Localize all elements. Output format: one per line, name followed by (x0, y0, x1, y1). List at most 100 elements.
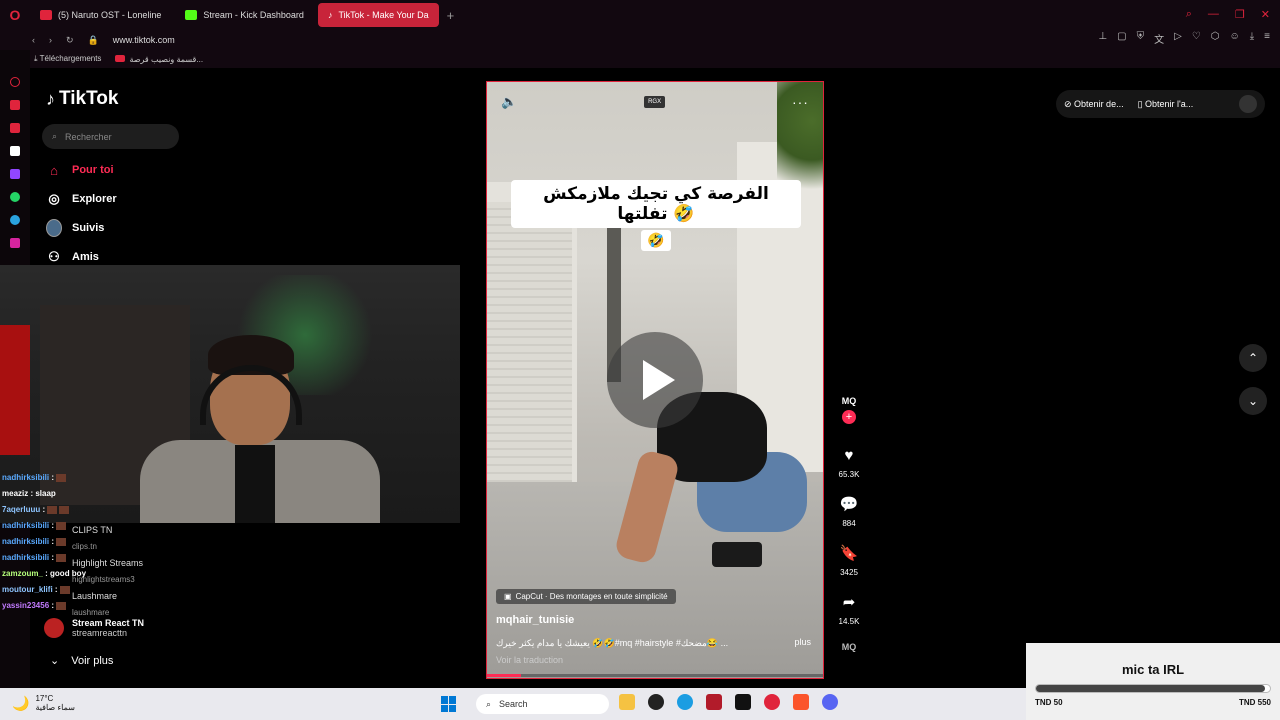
nav-item-amis[interactable]: ⚇ Amis (46, 249, 117, 265)
goal-progress-bar (1035, 684, 1271, 693)
telegram-icon[interactable] (10, 215, 20, 225)
voir-plus-button[interactable]: ⌄ Voir plus (50, 654, 114, 668)
discord-icon[interactable] (822, 694, 838, 710)
bookmark-youtube[interactable]: قسمة ونصيب قرصة... (115, 54, 203, 64)
nav-item-pour-toi[interactable]: ⌂ Pour toi (46, 162, 117, 178)
previous-video-button[interactable]: ⌃ (1239, 344, 1267, 372)
reload-icon[interactable]: ↻ (66, 35, 74, 46)
like-count: 65.3K (838, 470, 860, 479)
profile-avatar[interactable] (1239, 95, 1257, 113)
profile-icon[interactable]: ☺ (1230, 31, 1240, 46)
dc-app-icon[interactable] (735, 694, 751, 710)
voir-plus-label: Voir plus (71, 654, 114, 667)
bookmark-icon[interactable]: 🔖 (836, 540, 862, 566)
nav-label: Suivis (72, 222, 105, 234)
shield-icon[interactable]: ⛨ (1137, 31, 1145, 46)
tiktok-logo[interactable]: ♪ TikTok (46, 88, 118, 110)
follow-button[interactable]: + (842, 410, 856, 424)
search-input[interactable]: ⌕ Rechercher (42, 124, 179, 149)
file-explorer-icon[interactable] (619, 694, 635, 710)
taskbar-search[interactable]: ⌕ Search (476, 694, 609, 714)
search-tabs-icon[interactable]: ⌕ (1186, 8, 1192, 21)
chat-text: : (51, 521, 55, 530)
app-icon[interactable] (706, 694, 722, 710)
chip-label: Obtenir l'a... (1145, 98, 1194, 109)
bookmark-label: Téléchargements (39, 54, 102, 63)
kick-icon (185, 10, 198, 20)
tab-tiktok[interactable]: ♪ TikTok - Make Your Da (317, 3, 439, 27)
opera-icon[interactable] (764, 694, 780, 710)
tiktok-nav: ⌂ Pour toi ◎ Explorer Suivis ⚇ Amis (46, 162, 117, 265)
new-tab-button[interactable]: + (447, 8, 455, 23)
heart-icon[interactable]: ♥ (836, 442, 862, 468)
more-options-icon[interactable]: ··· (792, 94, 809, 110)
sound-disc[interactable]: MQ (842, 642, 857, 652)
creator-avatar[interactable]: MQ (842, 396, 857, 406)
news-icon[interactable] (10, 123, 20, 133)
opera-logo-icon[interactable]: O (0, 0, 30, 30)
brave-icon[interactable] (793, 694, 809, 710)
tiktok-side-icon[interactable] (10, 146, 20, 156)
tab-youtube[interactable]: (5) Naruto OST - Loneline (30, 3, 171, 27)
emote-icon (47, 505, 58, 514)
address-bar: ‹ › ↻ 🔒 www.tiktok.com (0, 30, 1280, 50)
close-icon[interactable]: ✕ (1261, 8, 1270, 21)
tab-kick[interactable]: Stream - Kick Dashboard (175, 3, 314, 27)
taskbar-search-label: Search (499, 699, 528, 709)
nav-item-suivis[interactable]: Suivis (46, 219, 117, 237)
heart-icon[interactable]: ♡ (1192, 31, 1201, 46)
video-author[interactable]: mqhair_tunisie (496, 614, 574, 626)
video-progress-bar[interactable] (487, 674, 823, 677)
snapshot-icon[interactable]: ▢ (1117, 31, 1126, 46)
avatar-icon (46, 219, 62, 237)
chat-message: moutour_klifi : (2, 582, 162, 598)
youtube-icon (115, 54, 126, 62)
pin-icon[interactable]: ⊥ (1098, 31, 1107, 46)
aria-icon[interactable] (10, 77, 20, 87)
obs-icon[interactable] (648, 694, 664, 710)
windows-start-icon[interactable] (441, 696, 457, 712)
minimize-icon[interactable]: — (1208, 8, 1219, 21)
goal-progress-fill (1036, 685, 1266, 692)
avatar (44, 618, 64, 638)
browser-toolbar: ⊥ ▢ ⛨ 文 ▷ ♡ ⬡ ☺ ⤓ ≡ (1098, 31, 1270, 46)
edge-icon[interactable] (677, 694, 693, 710)
download-icon[interactable]: ⤓ (1250, 31, 1254, 46)
url-field[interactable]: www.tiktok.com (113, 35, 175, 45)
next-video-button[interactable]: ⌄ (1239, 387, 1267, 415)
bookmark-downloads[interactable]: ⤓ Téléchargements (34, 54, 101, 64)
menu-icon[interactable]: ≡ (1264, 31, 1270, 46)
streamer (140, 335, 380, 523)
weather-temp: 17°C (35, 694, 54, 703)
play-button[interactable] (607, 332, 703, 428)
share-icon[interactable]: ➦ (836, 589, 862, 615)
instagram-icon[interactable] (10, 238, 20, 248)
translate-link[interactable]: Voir la traduction (496, 655, 563, 665)
more-button[interactable]: plus (794, 637, 811, 647)
suggested-account-stream-react[interactable]: Stream React TN streamreacttn (44, 618, 144, 638)
whatsapp-icon[interactable] (10, 192, 20, 202)
search-placeholder: Rechercher (65, 131, 112, 142)
back-icon[interactable]: ‹ (32, 35, 35, 45)
get-coins-chip[interactable]: ⊘ Obtenir de... (1064, 99, 1124, 110)
translate-icon[interactable]: 文 (1154, 31, 1164, 46)
player-icon[interactable]: ▷ (1174, 31, 1182, 46)
extensions-icon[interactable]: ⬡ (1211, 31, 1220, 46)
nav-item-explorer[interactable]: ◎ Explorer (46, 191, 116, 207)
twitch-icon[interactable] (10, 169, 20, 179)
nav-label: Pour toi (72, 164, 114, 176)
comment-icon[interactable]: 💬 (836, 491, 862, 517)
forward-icon[interactable]: › (49, 35, 52, 45)
emote-icon (59, 585, 70, 594)
weather-widget[interactable]: 🌙 17°C سماء صافية (12, 694, 75, 712)
get-app-chip[interactable]: ▯ Obtenir l'a... (1138, 99, 1194, 110)
volume-icon[interactable]: 🔈 (501, 94, 517, 110)
maximize-icon[interactable]: ❐ (1235, 8, 1245, 21)
capcut-badge[interactable]: ▣ CapCut · Des montages en toute simplic… (496, 589, 676, 604)
search-icon: ⌕ (52, 131, 58, 141)
shop-icon[interactable] (10, 100, 20, 110)
video-player[interactable]: 🔈 RGX ··· الفرصة كي تجيك ملازمكش تفلتها … (486, 81, 824, 679)
chat-message: nadhirksibili : (2, 550, 162, 566)
caption-text: الفرصة كي تجيك ملازمكش تفلتها 🤣 (511, 180, 801, 228)
chat-user: nadhirksibili (2, 521, 50, 530)
